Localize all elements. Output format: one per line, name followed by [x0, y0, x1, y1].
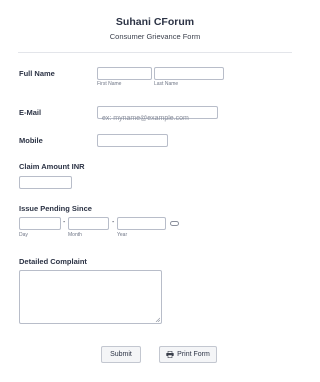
calendar-icon[interactable]: [170, 221, 179, 226]
full-name-label: Full Name: [19, 69, 55, 78]
email-input[interactable]: [98, 113, 217, 124]
complaint-label: Detailed Complaint: [19, 257, 87, 266]
email-field[interactable]: [97, 106, 218, 124]
email-label: E-Mail: [19, 108, 42, 117]
claim-amount-label: Claim Amount INR: [19, 162, 85, 171]
form-header: Suhani CForum Consumer Grievance Form: [0, 16, 310, 42]
printer-icon: [166, 351, 174, 358]
form-subtitle: Consumer Grievance Form: [109, 32, 201, 41]
print-form-label: Print Form: [177, 351, 210, 358]
claim-amount-field[interactable]: [19, 176, 72, 194]
last-name-field[interactable]: [154, 67, 224, 85]
date-separator: -: [63, 219, 66, 226]
month-field[interactable]: [68, 217, 109, 235]
header-divider: [18, 52, 292, 53]
year-sublabel: Year: [117, 232, 128, 238]
day-sublabel: Day: [19, 232, 28, 238]
first-name-field[interactable]: [97, 67, 152, 85]
issue-date-label: Issue Pending Since: [19, 204, 92, 213]
day-field[interactable]: [19, 217, 61, 235]
submit-button[interactable]: Submit: [101, 346, 141, 363]
complaint-textarea[interactable]: [19, 270, 162, 324]
date-separator: -: [112, 219, 115, 226]
mobile-label: Mobile: [19, 136, 43, 145]
form-title: Suhani CForum: [115, 16, 195, 28]
mobile-input[interactable]: [98, 141, 167, 152]
mobile-field[interactable]: [97, 134, 168, 152]
last-name-sublabel: Last Name: [154, 81, 179, 87]
claim-amount-input[interactable]: [20, 183, 71, 194]
resize-grip-icon[interactable]: [155, 317, 160, 322]
month-sublabel: Month: [68, 232, 82, 238]
year-field[interactable]: [117, 217, 166, 235]
first-name-sublabel: First Name: [97, 81, 122, 87]
print-form-button[interactable]: Print Form: [159, 346, 217, 363]
submit-button-label: Submit: [110, 351, 132, 358]
